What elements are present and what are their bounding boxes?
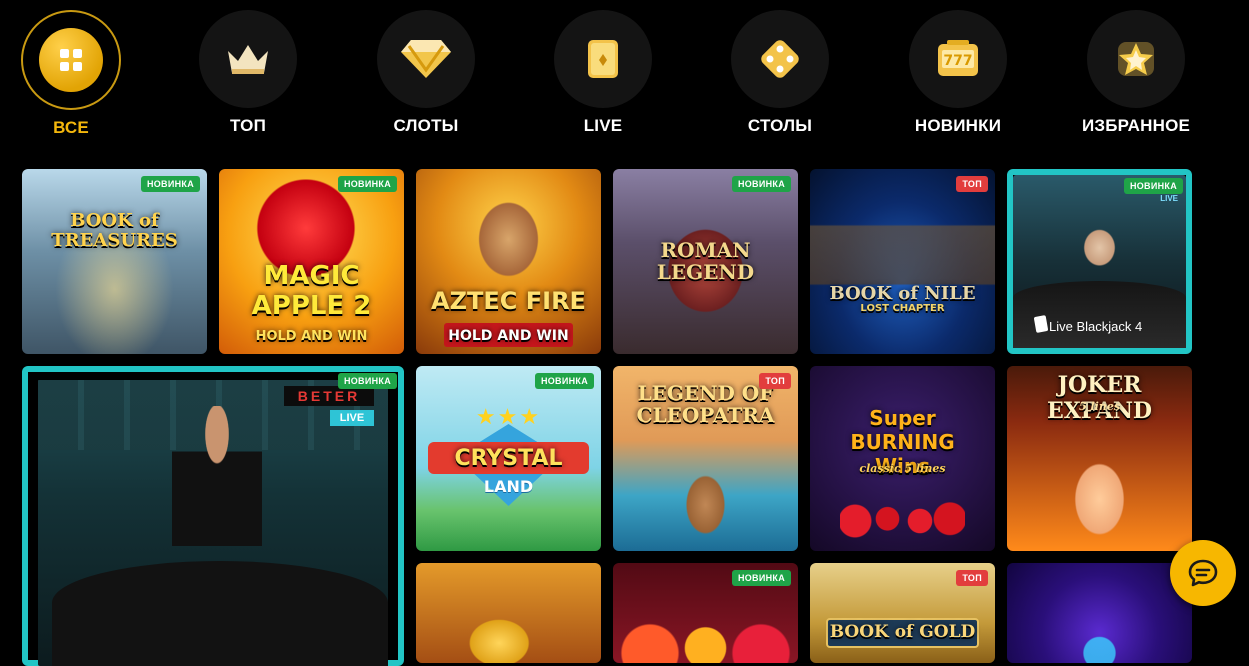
category-new[interactable]: 777 НОВИНКИ (883, 10, 1033, 136)
badge-new: НОВИНКА (731, 570, 791, 586)
game-subtitle: classic 5 lines (859, 462, 946, 475)
chat-button[interactable] (1170, 540, 1236, 606)
category-live[interactable]: LIVE (528, 10, 678, 136)
category-label: СТОЛЫ (747, 116, 813, 135)
game-tile-roman-legend[interactable]: ROMAN LEGEND НОВИНКА (613, 169, 798, 354)
badge-new: НОВИНКА (140, 176, 200, 192)
chat-icon (1188, 559, 1218, 587)
cherries-art (840, 494, 965, 539)
category-label: ВСЕ (53, 118, 89, 137)
game-subtitle: HOLD AND WIN (448, 328, 569, 344)
category-label: ИЗБРАННОЕ (1081, 116, 1191, 135)
game-subtitle: HOLD AND WIN (255, 329, 368, 344)
game-subtitle: LAND (483, 477, 534, 496)
game-title: BOOK of NILE (829, 283, 976, 304)
category-label: LIVE (583, 116, 623, 135)
category-top[interactable]: ТОП (173, 10, 323, 136)
category-all-circle (21, 10, 121, 110)
category-new-circle: 777 (909, 10, 1007, 108)
game-subtitle: 5 lines (1078, 400, 1121, 413)
game-tile-live-blackjack-4[interactable]: LIVE Live Blackjack 4 НОВИНКА (1007, 169, 1192, 354)
game-title: AZTEC FIRE (431, 287, 586, 315)
badge-top: ТОП (956, 570, 988, 586)
game-tile-legend-of-cleopatra[interactable]: LEGEND OF CLEOPATRA ТОП (613, 366, 798, 551)
stars-decoration: ★★★ (475, 404, 542, 429)
game-title: BOOK of TREASURES (51, 210, 178, 251)
category-label: НОВИНКИ (914, 116, 1002, 135)
live-label: LIVE (330, 410, 374, 426)
category-tables[interactable]: СТОЛЫ (705, 10, 855, 136)
svg-text:777: 777 (943, 53, 972, 69)
game-tile-crystal-land[interactable]: ★★★ CRYSTAL LAND НОВИНКА (416, 366, 601, 551)
game-caption: Live Blackjack 4 (1049, 319, 1143, 334)
badge-new: НОВИНКА (534, 373, 594, 389)
diamond-icon (401, 40, 451, 78)
game-tile-egypt[interactable] (416, 563, 601, 663)
game-tile-book-of-gold[interactable]: BOOK of GOLD ТОП (810, 563, 995, 663)
crown-icon (228, 45, 268, 74)
category-all[interactable]: ВСЕ (0, 10, 146, 138)
game-title: BOOK of GOLD (829, 622, 976, 642)
category-label: ТОП (229, 116, 266, 135)
slot-777-icon: 777 (938, 40, 978, 76)
game-title: CRYSTAL (454, 446, 563, 471)
badge-new: НОВИНКА (731, 176, 791, 192)
game-tile-fruit-joker[interactable]: НОВИНКА (613, 563, 798, 663)
game-tile-neon-sevens[interactable] (1007, 563, 1192, 663)
badge-new: НОВИНКА (337, 373, 397, 389)
category-label: СЛОТЫ (393, 116, 459, 135)
game-tile-beter-live[interactable]: BETER LIVE НОВИНКА (22, 366, 404, 666)
game-title: ROMAN LEGEND (656, 238, 755, 284)
game-title: MAGIC APPLE 2 (251, 261, 372, 321)
star-icon (1118, 42, 1154, 76)
category-tables-circle (731, 10, 829, 108)
live-corner-label: LIVE (1160, 194, 1178, 203)
category-favorites-circle (1087, 10, 1185, 108)
badge-new: НОВИНКА (337, 176, 397, 192)
badge-top: ТОП (956, 176, 988, 192)
category-top-circle (199, 10, 297, 108)
game-tile-book-of-nile[interactable]: BOOK of NILE LOST CHAPTER ТОП (810, 169, 995, 354)
game-tile-joker-expand[interactable]: JOKER EXPAND 5 lines (1007, 366, 1192, 551)
game-subtitle: LOST CHAPTER (860, 303, 945, 314)
card-suit-icon (1033, 315, 1049, 333)
dice-icon (761, 40, 799, 78)
card-icon (588, 40, 618, 78)
category-live-circle (554, 10, 652, 108)
brand-logo: BETER (284, 386, 374, 406)
game-tile-magic-apple-2[interactable]: MAGIC APPLE 2 HOLD AND WIN НОВИНКА (219, 169, 404, 354)
grid-icon (60, 49, 82, 71)
game-tile-book-of-treasures[interactable]: BOOK of TREASURES НОВИНКА (22, 169, 207, 354)
game-title: JOKER EXPAND (1046, 372, 1153, 424)
game-tile-super-burning-wins[interactable]: Super BURNING Wins classic 5 lines (810, 366, 995, 551)
game-tile-aztec-fire[interactable]: AZTEC FIRE HOLD AND WIN (416, 169, 601, 354)
badge-top: ТОП (759, 373, 791, 389)
category-slots-circle (377, 10, 475, 108)
category-favorites[interactable]: ИЗБРАННОЕ (1061, 10, 1211, 136)
category-slots[interactable]: СЛОТЫ (351, 10, 501, 136)
badge-new: НОВИНКА (1123, 178, 1183, 194)
